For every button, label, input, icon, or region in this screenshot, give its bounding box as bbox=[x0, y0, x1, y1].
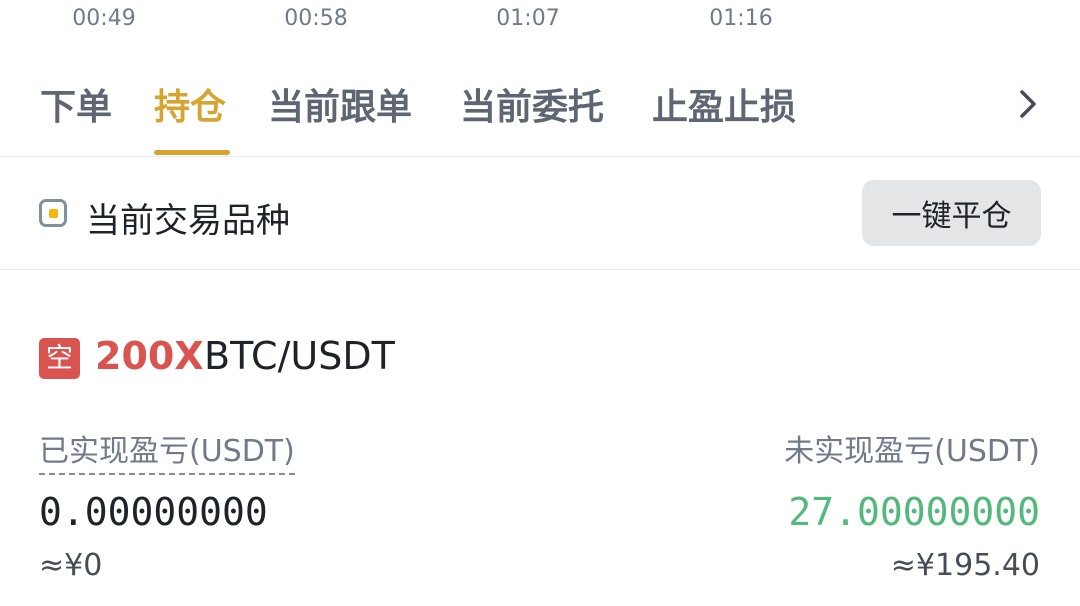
leverage-label: 200X bbox=[95, 334, 204, 378]
tab-open-orders[interactable]: 当前委托 bbox=[460, 78, 604, 130]
current-symbol-checkbox[interactable] bbox=[39, 199, 67, 227]
realized-pnl-value: 0.00000000 bbox=[39, 490, 268, 534]
chevron-right-icon[interactable] bbox=[1010, 86, 1046, 122]
checkbox-checked-mark bbox=[49, 209, 58, 218]
unrealized-pnl-value: 27.00000000 bbox=[788, 490, 1040, 534]
order-tabs: 下单 持仓 当前跟单 当前委托 止盈止损 bbox=[0, 66, 1080, 157]
time-tick: 00:58 bbox=[284, 6, 348, 31]
short-side-badge: 空 bbox=[39, 338, 80, 379]
trading-pair: BTC/USDT bbox=[204, 334, 395, 378]
filter-row: 当前交易品种 一键平仓 bbox=[0, 157, 1080, 270]
time-tick: 00:49 bbox=[72, 6, 136, 31]
time-tick: 01:16 bbox=[709, 6, 773, 31]
tab-current-copy-trades[interactable]: 当前跟单 bbox=[268, 78, 412, 130]
realized-pnl-cny: ≈¥0 bbox=[39, 548, 103, 583]
unrealized-pnl-cny: ≈¥195.40 bbox=[890, 548, 1040, 583]
realized-pnl-label[interactable]: 已实现盈亏(USDT) bbox=[39, 426, 295, 475]
tab-positions[interactable]: 持仓 bbox=[154, 78, 226, 130]
close-all-positions-button[interactable]: 一键平仓 bbox=[862, 180, 1041, 246]
active-tab-indicator bbox=[154, 150, 230, 155]
current-symbol-label[interactable]: 当前交易品种 bbox=[86, 193, 290, 242]
chart-time-axis: 00:49 00:58 01:07 01:16 bbox=[0, 0, 1080, 40]
time-tick: 01:07 bbox=[496, 6, 560, 31]
unrealized-pnl-label: 未实现盈亏(USDT) bbox=[784, 434, 1040, 469]
tab-tp-sl[interactable]: 止盈止损 bbox=[652, 78, 796, 130]
tab-place-order[interactable]: 下单 bbox=[40, 78, 112, 130]
